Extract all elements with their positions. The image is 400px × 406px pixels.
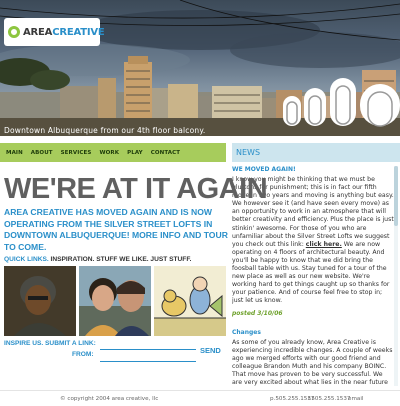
logo-icon bbox=[8, 26, 20, 38]
page-subheadline: AREA CREATIVE HAS MOVED AGAIN AND IS NOW… bbox=[4, 207, 228, 252]
quick-links-label: QUICK LINKS. bbox=[4, 256, 49, 263]
submit-link-label: INSPIRE US. SUBMIT A LINK: bbox=[4, 340, 96, 347]
scrollbar-thumb[interactable] bbox=[394, 166, 398, 226]
quick-link-thumbnail[interactable] bbox=[4, 266, 76, 336]
submit-link-input[interactable] bbox=[100, 340, 196, 350]
quick-links-heading: QUICK LINKS. INSPIRATION. STUFF WE LIKE.… bbox=[4, 256, 228, 263]
news-title: NEWS bbox=[236, 148, 261, 157]
news-body-part2: We are now operating on 4 floors of arch… bbox=[232, 240, 390, 305]
nav-work[interactable]: WORK bbox=[99, 150, 119, 156]
footer-email-link[interactable]: email bbox=[348, 396, 363, 402]
quick-link-thumbnail[interactable] bbox=[154, 266, 226, 336]
nav-about[interactable]: ABOUT bbox=[31, 150, 53, 156]
footer: © copyright 2004 area creative, llc p.50… bbox=[0, 390, 400, 406]
click-here-link[interactable]: click here. bbox=[306, 241, 342, 248]
header-caption: Downtown Albuquerque from our 4th floor … bbox=[4, 126, 206, 135]
logo-text-creative: CREATIVE bbox=[52, 26, 105, 38]
header-banner: AREA CREATIVE Downtown Albuquerque from … bbox=[0, 0, 400, 140]
news-header: NEWS bbox=[232, 143, 400, 162]
footer-fax: f.505.255.1537 bbox=[308, 395, 351, 402]
news-item-title: WE MOVED AGAIN! bbox=[232, 166, 296, 173]
nav-play[interactable]: PLAY bbox=[127, 150, 143, 156]
logo[interactable]: AREA CREATIVE bbox=[4, 18, 105, 46]
page-headline: WE'RE AT IT AGAIN bbox=[4, 173, 268, 205]
news-scrollbar[interactable] bbox=[394, 166, 398, 386]
quick-links-gallery bbox=[4, 266, 226, 336]
from-label: FROM: bbox=[72, 351, 94, 358]
send-button[interactable]: SEND bbox=[200, 346, 221, 355]
nav-main[interactable]: MAIN bbox=[6, 150, 23, 156]
quick-link-thumbnail[interactable] bbox=[79, 266, 151, 336]
logo-text-area: AREA bbox=[23, 26, 53, 38]
nav-contact[interactable]: CONTACT bbox=[151, 150, 180, 156]
footer-copyright: © copyright 2004 area creative, llc bbox=[60, 395, 159, 402]
nav-services[interactable]: SERVICES bbox=[61, 150, 92, 156]
from-input[interactable] bbox=[100, 352, 196, 362]
news-item-body: As some of you already know, Area Creati… bbox=[232, 338, 393, 386]
main-nav: MAIN ABOUT SERVICES WORK PLAY CONTACT bbox=[0, 143, 226, 162]
news-item-title: Changes bbox=[232, 328, 261, 336]
quick-links-text: INSPIRATION. STUFF WE LIKE. JUST STUFF. bbox=[48, 256, 192, 263]
news-posted-date: posted 3/10/06 bbox=[232, 309, 283, 317]
